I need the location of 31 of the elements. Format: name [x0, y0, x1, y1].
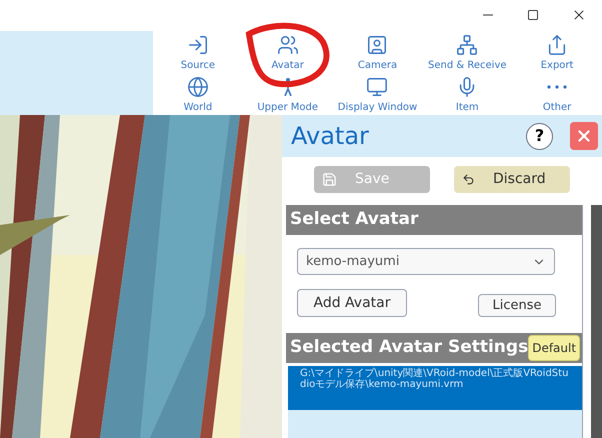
enter-icon [186, 34, 209, 56]
globe-icon [186, 76, 209, 98]
more-icon [547, 85, 568, 89]
people-icon [276, 34, 299, 56]
toolbar-item[interactable]: Camera [332, 31, 422, 73]
toolbar-item[interactable]: Send & Receive [422, 31, 512, 73]
close-panel-button[interactable] [570, 122, 598, 150]
panel-title: Avatar [291, 121, 370, 152]
section-header: Selected Avatar Settings [290, 336, 528, 360]
toolbar-item[interactable]: Display Window [332, 73, 422, 115]
network-icon [456, 34, 478, 56]
undo-icon [462, 173, 475, 186]
toolbar-item[interactable]: Item [422, 73, 512, 115]
camera-icon [366, 34, 388, 56]
section-header: Select Avatar [286, 205, 582, 235]
help-button[interactable]: ? [526, 122, 553, 150]
toolbar-item[interactable]: Other [512, 73, 602, 115]
discard-button[interactable]: Discard [454, 166, 570, 193]
add-avatar-button[interactable]: Add Avatar [297, 289, 407, 317]
default-button[interactable]: Default [528, 335, 580, 361]
toolbar-item[interactable]: Upper Mode [242, 73, 333, 115]
toolbar-item[interactable]: World [153, 73, 243, 115]
toolbar-item[interactable]: Avatar [242, 31, 333, 73]
toolbar-item[interactable]: Source [153, 31, 243, 73]
avatar-path: G:\マイドライブ\unity関連\VRoid-model\正式版VRoidStudioモデル保存\kemo-mayumi.vrm [300, 368, 570, 390]
save-icon [322, 172, 337, 187]
license-button[interactable]: License [478, 294, 556, 317]
monitor-icon [366, 76, 388, 98]
figure-icon [284, 78, 292, 96]
toolbar-item[interactable]: Export [512, 31, 602, 73]
avatar-dropdown[interactable]: kemo-mayumi [297, 248, 555, 275]
